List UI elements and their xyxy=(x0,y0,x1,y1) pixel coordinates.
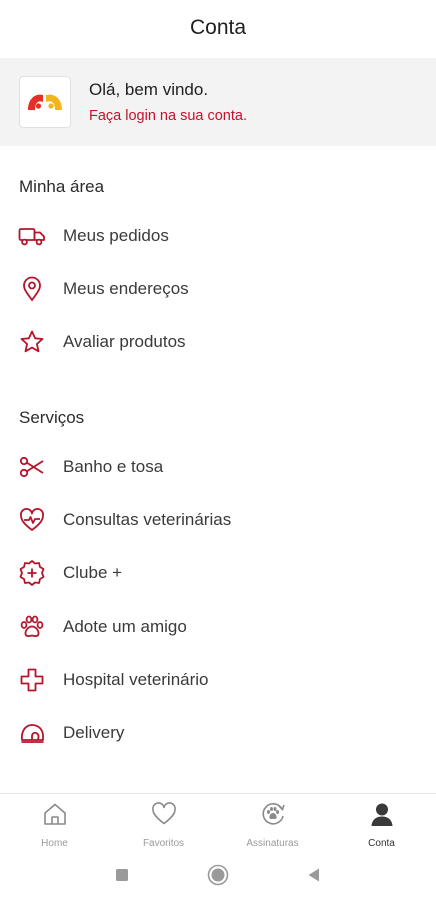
nav-item-account[interactable]: Conta xyxy=(327,794,436,849)
nav-label-home: Home xyxy=(41,838,68,849)
menu-label-club: Clube + xyxy=(63,563,123,582)
star-icon xyxy=(18,328,46,356)
menu-label-orders: Meus pedidos xyxy=(63,226,169,245)
location-pin-icon xyxy=(18,275,46,303)
scissors-icon xyxy=(18,453,46,481)
login-link[interactable]: Faça login na sua conta. xyxy=(89,107,247,125)
subscription-paw-icon xyxy=(259,800,287,828)
page-title: Conta xyxy=(189,16,247,39)
brand-logo xyxy=(19,76,71,128)
delivery-helmet-icon xyxy=(18,719,46,747)
back-button[interactable] xyxy=(302,863,326,887)
menu-item-vet-hospital[interactable]: Hospital veterinário xyxy=(0,658,436,702)
recents-button[interactable] xyxy=(110,863,134,887)
user-icon xyxy=(368,800,396,828)
badge-plus-icon xyxy=(18,559,46,587)
heart-pulse-icon xyxy=(18,506,46,534)
nav-item-favorites[interactable]: Favoritos xyxy=(109,794,218,849)
section-title-services: Serviços xyxy=(19,408,85,427)
cross-icon xyxy=(18,666,46,694)
menu-label-addresses: Meus endereços xyxy=(63,279,189,298)
nav-label-favorites: Favoritos xyxy=(142,838,185,849)
menu-item-addresses[interactable]: Meus endereços xyxy=(0,267,436,311)
menu-label-vet-hospital: Hospital veterinário xyxy=(63,670,209,689)
menu-label-vet-consults: Consultas veterinárias xyxy=(63,510,232,529)
menu-item-rate-products[interactable]: Avaliar produtos xyxy=(0,320,436,364)
menu-item-adopt[interactable]: Adote um amigo xyxy=(0,605,436,649)
section-title-my-area: Minha área xyxy=(19,177,105,196)
nav-label-account: Conta xyxy=(368,838,395,849)
truck-icon xyxy=(18,222,46,250)
home-button[interactable] xyxy=(206,863,230,887)
app-header: Conta xyxy=(0,0,436,56)
heart-icon xyxy=(150,800,178,828)
menu-item-grooming[interactable]: Banho e tosa xyxy=(0,445,436,489)
login-text: Olá, bem vindo. Faça login na sua conta. xyxy=(89,79,247,125)
greeting-text: Olá, bem vindo. xyxy=(89,80,209,99)
nav-item-subscriptions[interactable]: Assinaturas xyxy=(218,794,327,849)
nav-item-home[interactable]: Home xyxy=(0,794,109,849)
menu-label-adopt: Adote um amigo xyxy=(63,617,187,636)
menu-item-club[interactable]: Clube + xyxy=(0,551,436,595)
paw-icon xyxy=(18,613,46,641)
bottom-nav: Home Favoritos Assinaturas Conta xyxy=(0,793,436,849)
menu-item-delivery[interactable]: Delivery xyxy=(0,711,436,755)
menu-label-rate-products: Avaliar produtos xyxy=(63,332,186,351)
system-nav-bar xyxy=(0,850,436,900)
menu-item-orders[interactable]: Meus pedidos xyxy=(0,214,436,258)
nav-label-subscriptions: Assinaturas xyxy=(246,838,299,849)
home-icon xyxy=(41,800,69,828)
login-card[interactable]: Olá, bem vindo. Faça login na sua conta. xyxy=(0,58,436,146)
menu-label-grooming: Banho e tosa xyxy=(63,457,164,476)
logo-icon xyxy=(28,94,62,110)
menu-item-vet-consults[interactable]: Consultas veterinárias xyxy=(0,498,436,542)
menu-label-delivery: Delivery xyxy=(63,723,125,742)
